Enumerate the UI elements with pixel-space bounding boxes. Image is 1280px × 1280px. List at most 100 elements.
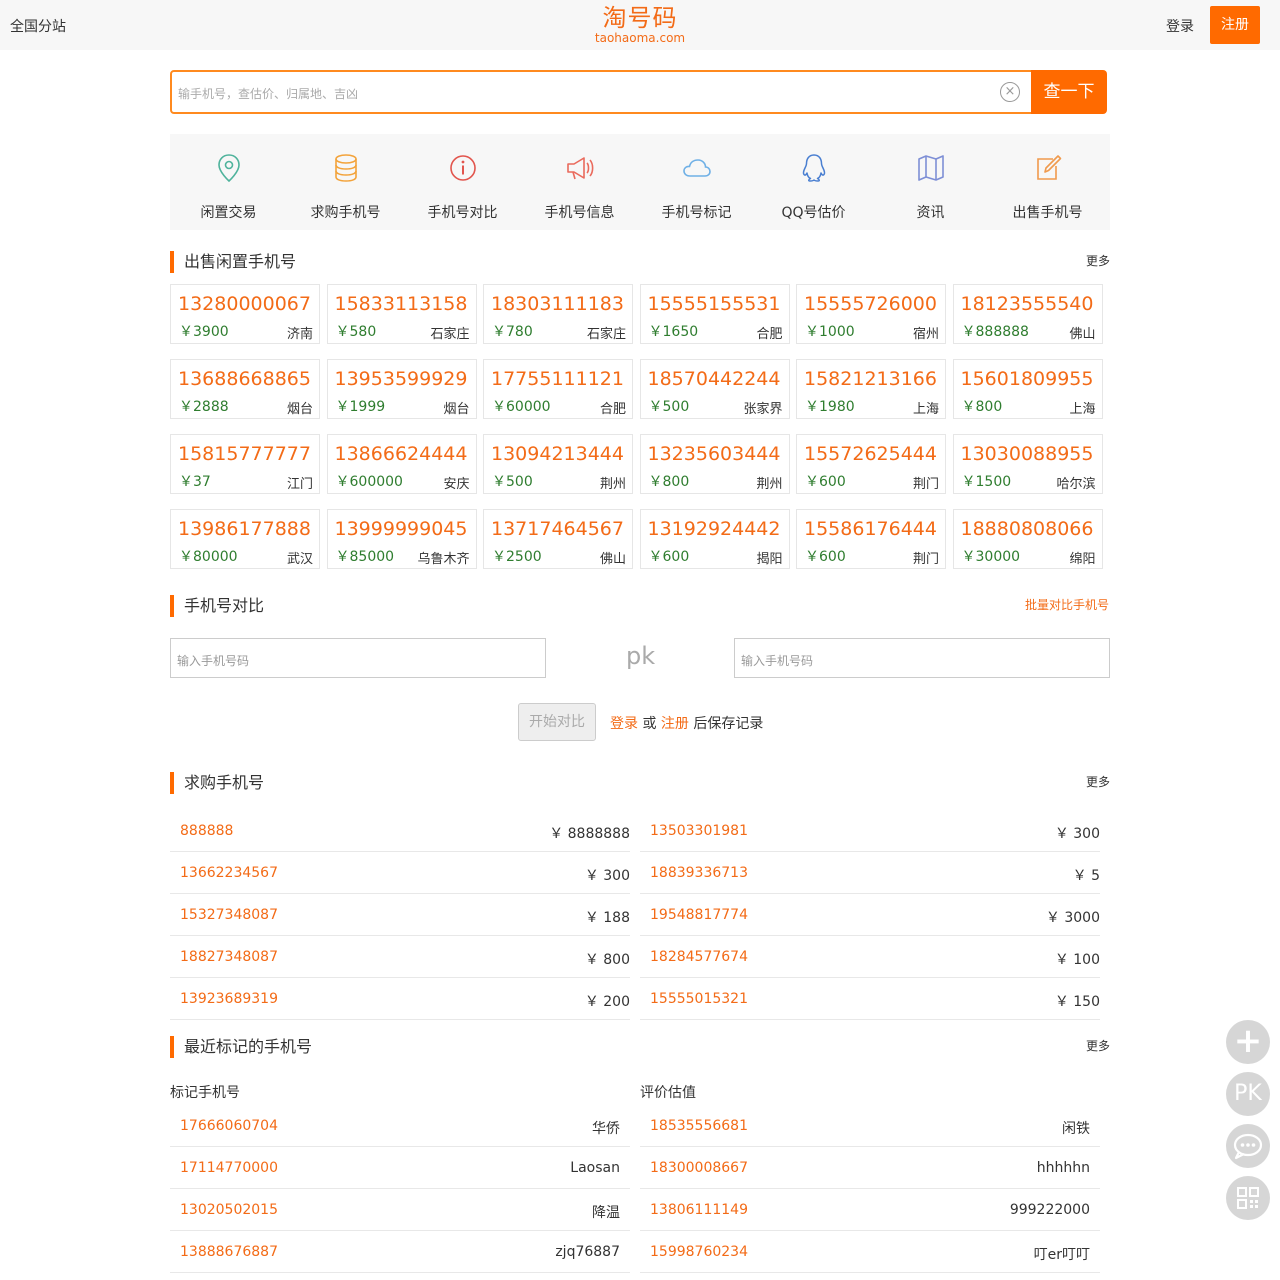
marked-row[interactable]: 15998760234 叮er叮叮 <box>640 1231 1100 1273</box>
nav-label: 手机号标记 <box>661 205 732 221</box>
note-suffix-text: 后保存记录 <box>688 716 764 732</box>
marked-row[interactable]: 17114770000 Laosan <box>170 1147 630 1189</box>
wanted-more-link[interactable]: 更多 <box>1086 773 1110 790</box>
number-card[interactable]: 13986177888 ￥80000 武汉 <box>170 509 320 569</box>
number-card[interactable]: 15555155531 ￥1650 合肥 <box>639 284 790 344</box>
number-card[interactable]: 18880808066 ￥30000 绵阳 <box>952 509 1103 569</box>
wanted-row[interactable]: 15327348087 ￥ 188 <box>170 894 630 936</box>
number-card[interactable]: 13866624444 ￥600000 安庆 <box>326 434 477 494</box>
nav-item-compare[interactable]: 手机号对比 <box>404 134 521 230</box>
wanted-row[interactable]: 13662234567 ￥ 300 <box>170 852 630 894</box>
marked-left-heading: 标记手机号 <box>170 1085 240 1101</box>
search-button[interactable]: 查一下 <box>1031 70 1107 114</box>
number-card[interactable]: 18303111183 ￥780 石家庄 <box>483 284 633 344</box>
card-number: 13953599929 <box>334 368 468 390</box>
number-card[interactable]: 15821213166 ￥1980 上海 <box>796 359 946 419</box>
card-city: 石家庄 <box>430 327 470 342</box>
card-city: 揭阳 <box>756 552 783 567</box>
card-price: ￥2500 <box>492 549 542 565</box>
number-card[interactable]: 18570442244 ￥500 张家界 <box>639 359 790 419</box>
marked-more-link[interactable]: 更多 <box>1086 1037 1110 1054</box>
number-card[interactable]: 13235603444 ￥800 荆州 <box>639 434 790 494</box>
nav-item-sell[interactable]: 出售手机号 <box>989 134 1106 230</box>
marked-value: 999222000 <box>1009 1202 1090 1218</box>
info-circle-icon <box>450 155 476 181</box>
wanted-row[interactable]: 18284577674 ￥ 100 <box>640 936 1100 978</box>
sale-more-link[interactable]: 更多 <box>1086 252 1110 269</box>
nav-item-phone-info[interactable]: 手机号信息 <box>521 134 638 230</box>
number-card[interactable]: 13717464567 ￥2500 佛山 <box>483 509 633 569</box>
pk-label: pk <box>626 642 656 670</box>
number-card[interactable]: 15586176444 ￥600 荆门 <box>796 509 946 569</box>
site-logo[interactable]: 淘号码 taohaoma.com <box>0 4 1280 44</box>
wanted-row[interactable]: 15555015321 ￥ 150 <box>640 978 1100 1020</box>
wanted-row[interactable]: 13503301981 ￥ 300 <box>640 810 1100 852</box>
nav-item-wanted[interactable]: 求购手机号 <box>287 134 404 230</box>
pk-float-button[interactable]: PK <box>1226 1072 1270 1116</box>
number-card[interactable]: 13688668865 ￥2888 烟台 <box>170 359 320 419</box>
card-number: 13986177888 <box>178 518 311 540</box>
nav-label: 闲置交易 <box>200 205 257 221</box>
close-circle-icon[interactable]: × <box>1000 82 1020 102</box>
number-card[interactable]: 13192924442 ￥600 揭阳 <box>639 509 790 569</box>
plus-icon[interactable]: + <box>1226 1020 1270 1064</box>
chat-bubble-icon[interactable] <box>1226 1124 1270 1168</box>
wanted-row[interactable]: 13923689319 ￥ 200 <box>170 978 630 1020</box>
number-card[interactable]: 15833113158 ￥580 石家庄 <box>326 284 477 344</box>
number-card[interactable]: 18123555540 ￥888888 佛山 <box>952 284 1103 344</box>
card-price: ￥80000 <box>179 549 238 565</box>
nav-item-idle-trade[interactable]: 闲置交易 <box>170 134 287 230</box>
card-city: 烟台 <box>443 402 470 417</box>
card-price: ￥3900 <box>179 324 229 340</box>
number-card[interactable]: 13094213444 ￥500 荆州 <box>483 434 633 494</box>
number-card[interactable]: 15555726000 ￥1000 宿州 <box>796 284 946 344</box>
wanted-row[interactable]: 888888 ￥ 8888888 <box>170 810 630 852</box>
nav-item-phone-mark[interactable]: 手机号标记 <box>638 134 755 230</box>
note-register-link[interactable]: 注册 <box>661 716 689 732</box>
marked-row[interactable]: 18300008667 hhhhhn <box>640 1147 1100 1189</box>
number-card[interactable]: 15815777777 ￥37 江门 <box>170 434 320 494</box>
wanted-number: 15555015321 <box>650 991 748 1007</box>
number-card[interactable]: 15601809955 ￥800 上海 <box>952 359 1103 419</box>
marked-number: 13806111149 <box>650 1202 748 1218</box>
number-card[interactable]: 15572625444 ￥600 荆门 <box>796 434 946 494</box>
compare-input-2[interactable]: 输入手机号码 <box>734 638 1110 678</box>
start-compare-button[interactable]: 开始对比 <box>518 703 596 741</box>
card-price: ￥500 <box>648 399 690 415</box>
nav-item-qq-valuation[interactable]: QQ号估价 <box>755 134 872 230</box>
compare-input-1[interactable]: 输入手机号码 <box>170 638 546 678</box>
number-card[interactable]: 13999999045 ￥85000 乌鲁木齐 <box>326 509 477 569</box>
number-card[interactable]: 13953599929 ￥1999 烟台 <box>326 359 477 419</box>
card-price: ￥800 <box>648 474 690 490</box>
wanted-number: 18839336713 <box>650 865 748 881</box>
register-button[interactable]: 注册 <box>1210 6 1260 44</box>
nav-label: 手机号信息 <box>544 205 615 221</box>
wanted-row[interactable]: 18839336713 ￥ 5 <box>640 852 1100 894</box>
card-city: 宿州 <box>912 327 939 342</box>
wanted-price: ￥ 8888888 <box>549 826 630 842</box>
search-input[interactable]: 输手机号，查估价、归属地、吉凶 <box>178 85 358 102</box>
login-link[interactable]: 登录 <box>1166 16 1194 36</box>
marked-row[interactable]: 13888676887 zjq76887 <box>170 1231 630 1273</box>
marked-row[interactable]: 13020502015 降温 <box>170 1189 630 1231</box>
marked-row[interactable]: 18535556681 闲铁 <box>640 1105 1100 1147</box>
marked-number: 18300008667 <box>650 1160 748 1176</box>
wanted-row[interactable]: 18827348087 ￥ 800 <box>170 936 630 978</box>
marked-row[interactable]: 13806111149 999222000 <box>640 1189 1100 1231</box>
marked-row[interactable]: 17666060704 华侨 <box>170 1105 630 1147</box>
number-card[interactable]: 13280000067 ￥3900 济南 <box>170 284 320 344</box>
card-city: 荆州 <box>599 477 626 492</box>
top-bar: 全国分站 淘号码 taohaoma.com 登录 注册 <box>0 0 1280 50</box>
card-city: 上海 <box>1069 402 1096 417</box>
batch-compare-link[interactable]: 批量对比手机号 <box>1025 596 1109 613</box>
nav-item-news[interactable]: 资讯 <box>872 134 989 230</box>
note-login-link[interactable]: 登录 <box>610 716 638 732</box>
section-title-marked: 最近标记的手机号 <box>170 1036 312 1058</box>
card-number: 13999999045 <box>334 518 468 540</box>
number-card[interactable]: 13030088955 ￥1500 哈尔滨 <box>952 434 1103 494</box>
qr-code-icon[interactable] <box>1226 1176 1270 1220</box>
card-number: 13030088955 <box>960 443 1094 465</box>
card-number: 13192924442 <box>647 518 781 540</box>
number-card[interactable]: 17755111121 ￥60000 合肥 <box>483 359 633 419</box>
wanted-row[interactable]: 19548817774 ￥ 3000 <box>640 894 1100 936</box>
